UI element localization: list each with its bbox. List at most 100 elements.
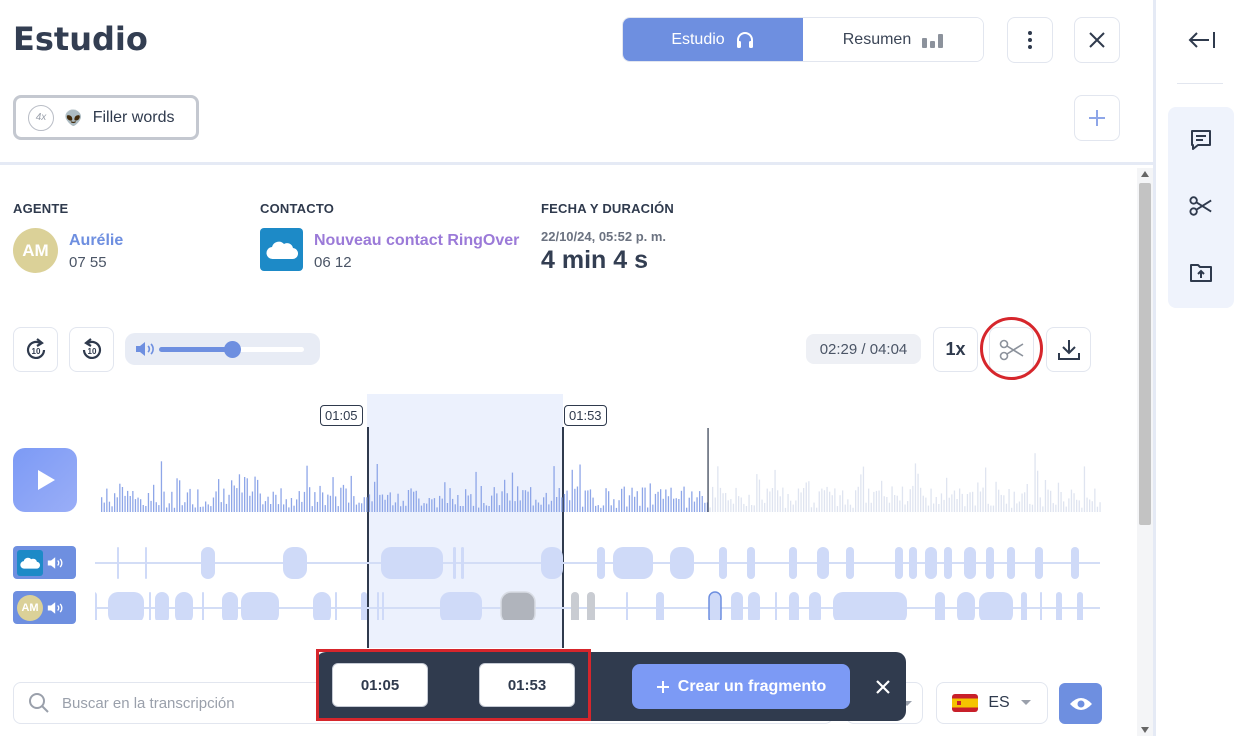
wave-bar [959,488,961,512]
volume-slider-handle[interactable] [223,341,241,358]
contact-track-toggle[interactable] [13,546,76,579]
speech-segment[interactable] [986,547,994,579]
side-cut-button[interactable] [1168,173,1234,239]
speech-segment[interactable] [747,547,755,579]
speech-segment[interactable] [979,592,1013,620]
wave-bar [1016,503,1018,512]
scroll-down-icon[interactable] [1141,727,1149,733]
play-button[interactable] [13,448,77,512]
speech-segment[interactable] [117,547,119,579]
skip-forward-button[interactable]: 10 [13,327,58,372]
speech-segment[interactable] [1040,592,1042,620]
speech-segment[interactable] [789,547,797,579]
speech-segment[interactable] [846,547,854,579]
tab-estudio[interactable]: Estudio [623,18,803,61]
contact-name-link[interactable]: Nouveau contact RingOver [314,232,519,250]
speech-segment[interactable] [381,547,443,579]
speech-segment[interactable] [613,547,653,579]
close-cut-toolbar-button[interactable] [868,672,898,702]
add-filter-button[interactable] [1074,95,1120,141]
wave-bar [652,504,654,512]
wave-bar [914,463,917,512]
speech-segment[interactable] [1021,592,1027,620]
create-fragment-button[interactable]: Crear un fragmento [632,664,850,709]
speech-segment[interactable] [377,592,379,620]
wave-bar [483,503,485,512]
speech-segment[interactable] [149,592,151,620]
speech-segment[interactable] [108,592,144,620]
speech-segment[interactable] [382,592,384,620]
upload-folder-button[interactable] [1168,239,1234,305]
speech-segment[interactable] [719,547,727,579]
more-options-button[interactable] [1007,17,1053,63]
speech-segment[interactable] [1056,592,1062,620]
wave-bar [558,488,560,512]
volume-icon[interactable] [135,341,157,357]
speed-button[interactable]: 1x [933,327,978,372]
speech-segment[interactable] [175,592,193,620]
speech-segment[interactable] [597,547,605,579]
speech-segment[interactable] [571,592,579,620]
speech-segment[interactable] [541,547,563,579]
skip-back-button[interactable]: 10 [69,327,114,372]
speech-segment[interactable] [957,592,975,620]
speech-segment[interactable] [656,592,664,620]
speech-segment[interactable] [964,547,976,579]
agent-track-toggle[interactable]: AM [13,591,76,624]
speech-segment[interactable] [453,547,456,579]
speech-segment[interactable] [500,591,536,620]
speech-segment[interactable] [944,547,952,579]
speech-segment[interactable] [283,547,307,579]
visibility-toggle-button[interactable] [1059,683,1102,724]
speech-segment[interactable] [587,592,595,620]
speech-segment[interactable] [925,547,937,579]
wave-bar [865,502,867,512]
speech-segment[interactable] [1071,547,1079,579]
speech-segment[interactable] [95,592,97,620]
speech-segment[interactable] [789,592,799,620]
speech-segment[interactable] [775,592,777,620]
tab-resumen[interactable]: Resumen [803,18,983,61]
comments-button[interactable] [1168,107,1234,173]
speech-segment[interactable] [833,592,907,620]
speech-segment[interactable] [155,592,169,620]
download-button[interactable] [1046,327,1091,372]
speech-segment[interactable] [708,591,722,620]
speech-segment[interactable] [1035,547,1043,579]
collapse-panel-button[interactable] [1179,17,1224,62]
speech-segment[interactable] [731,592,743,620]
speech-segment[interactable] [670,547,694,579]
language-select[interactable]: ES [936,682,1048,724]
waveform[interactable] [95,420,1105,620]
speech-segment[interactable] [222,592,238,620]
speech-segment[interactable] [201,547,215,579]
speech-segment[interactable] [145,547,147,579]
speech-segment[interactable] [748,592,760,620]
speech-segment[interactable] [461,547,464,579]
agent-name-link[interactable]: Aurélie [69,232,123,250]
speech-segment[interactable] [1007,547,1015,579]
speech-segment[interactable] [1077,592,1083,620]
speech-segment[interactable] [935,592,945,620]
wave-bar [836,506,839,512]
close-button[interactable] [1074,17,1120,63]
speech-segment[interactable] [909,547,917,579]
wave-bar [493,487,495,512]
wave-bar [257,479,259,512]
filler-words-chip[interactable]: 4x 👽 Filler words [13,95,199,140]
wave-bar [176,478,178,512]
scrollbar-thumb[interactable] [1139,183,1151,525]
speech-segment[interactable] [241,592,279,620]
speech-segment[interactable] [440,592,482,620]
wave-bar [163,491,165,512]
speech-segment[interactable] [313,592,331,620]
wave-bar [171,491,173,512]
speech-segment[interactable] [809,592,821,620]
speech-segment[interactable] [202,592,204,620]
speech-segment[interactable] [335,592,337,620]
speech-segment[interactable] [895,547,903,579]
scroll-up-icon[interactable] [1141,171,1149,177]
speech-segment[interactable] [361,592,367,620]
speech-segment[interactable] [626,592,628,620]
speech-segment[interactable] [817,547,829,579]
